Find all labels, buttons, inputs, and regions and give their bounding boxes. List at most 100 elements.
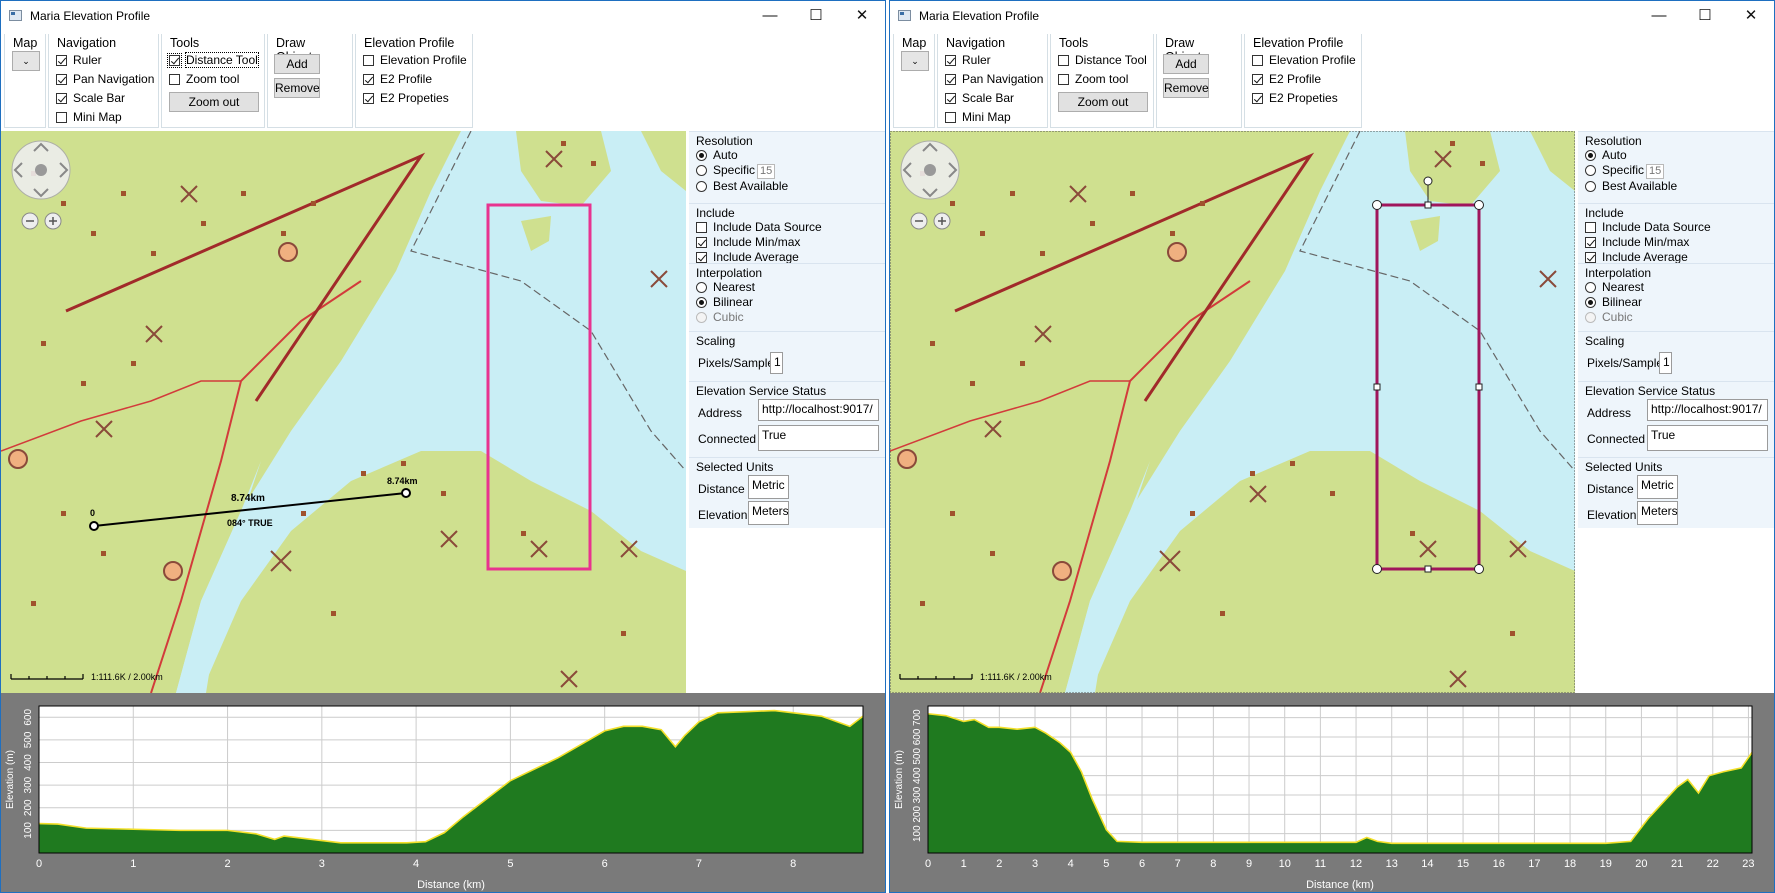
x-tick-label: 2	[996, 858, 1002, 870]
resize-handle-w[interactable]	[1373, 383, 1381, 391]
resolution-best-radio[interactable]: Best Available	[1585, 179, 1677, 193]
include-average-checkbox[interactable]: Include Average	[696, 250, 799, 264]
maximize-button[interactable]: ☐	[1682, 1, 1728, 31]
radio-label: Auto	[1602, 148, 1627, 162]
remove-button[interactable]: Remove	[1163, 78, 1209, 98]
specific-value-input[interactable]: 15	[757, 164, 776, 179]
resize-handle-se[interactable]	[1474, 564, 1484, 574]
map-group: Map ⌄	[4, 34, 46, 128]
ruler-checkbox[interactable]: Ruler	[945, 53, 991, 69]
radio-icon	[696, 297, 707, 308]
map-view[interactable]: 0 8.74km 8.74km 084° TRUE 1:111.6K / 2.0…	[1, 131, 686, 693]
resize-handle-n[interactable]	[1424, 201, 1432, 209]
x-axis-label: Distance (km)	[1306, 879, 1374, 891]
map-view[interactable]: 1:111.6K / 2.00km	[890, 131, 1575, 693]
zoom-tool-checkbox[interactable]: Zoom tool	[169, 72, 239, 88]
resolution-specific-radio[interactable]: Specific 15	[1585, 163, 1665, 179]
connected-field: True	[758, 425, 879, 451]
e2-properties-checkbox[interactable]: E2 Propeties	[363, 91, 449, 107]
e2-profile-checkbox[interactable]: E2 Profile	[363, 72, 432, 88]
ruler-start-point[interactable]	[89, 521, 99, 531]
e2-properties-checkbox[interactable]: E2 Propeties	[1252, 91, 1338, 107]
minimize-button[interactable]: —	[747, 1, 793, 31]
resize-handle-sw[interactable]	[1372, 564, 1382, 574]
include-section: Include Include Data Source Include Min/…	[1578, 203, 1774, 264]
checkbox-label: Mini Map	[962, 110, 1011, 124]
x-tick-label: 3	[1032, 858, 1038, 870]
pixels-per-sample-input[interactable]: 1	[770, 352, 783, 374]
zoom-out-button[interactable]: Zoom out	[1058, 92, 1148, 112]
scale-bar-checkbox[interactable]: Scale Bar	[945, 91, 1014, 107]
include-min-max-checkbox[interactable]: Include Min/max	[1585, 235, 1689, 249]
map-combo[interactable]: ⌄	[901, 51, 929, 71]
mini-map-checkbox[interactable]: Mini Map	[56, 110, 122, 126]
selected-units-section: Selected Units Distance Metric Elevation…	[1578, 457, 1774, 528]
title-bar[interactable]: Maria Elevation Profile — ☐ ✕	[1, 1, 885, 31]
resize-handle-e[interactable]	[1475, 383, 1483, 391]
close-button[interactable]: ✕	[839, 1, 885, 31]
ruler-checkbox[interactable]: Ruler	[56, 53, 102, 69]
map-canvas[interactable]: 0 8.74km 8.74km 084° TRUE 1:111.6K / 2.0…	[1, 131, 686, 693]
maximize-button[interactable]: ☐	[793, 1, 839, 31]
ruler-end-point[interactable]	[401, 488, 411, 498]
include-data-source-checkbox[interactable]: Include Data Source	[1585, 220, 1711, 234]
navigation-group-title: Navigation	[944, 36, 1008, 50]
add-button[interactable]: Add	[1163, 54, 1209, 74]
interpolation-nearest-radio[interactable]: Nearest	[1585, 280, 1644, 294]
address-field[interactable]: http://localhost:9017/	[758, 399, 879, 421]
include-min-max-checkbox[interactable]: Include Min/max	[696, 235, 800, 249]
e2-profile-checkbox[interactable]: E2 Profile	[1252, 72, 1321, 88]
elevation-profile-group-title: Elevation Profile	[362, 36, 457, 50]
address-field[interactable]: http://localhost:9017/	[1647, 399, 1768, 421]
x-tick-label: 11	[1315, 858, 1326, 870]
elevation-unit-field[interactable]: Meters	[1637, 501, 1678, 525]
elevation-profile-checkbox[interactable]: Elevation Profile	[363, 53, 467, 69]
distance-unit-field[interactable]: Metric	[748, 475, 789, 499]
distance-tool-checkbox[interactable]: Distance Tool	[167, 52, 259, 69]
title-bar[interactable]: Maria Elevation Profile — ☐ ✕	[890, 1, 1774, 31]
map-combo[interactable]: ⌄	[12, 51, 40, 71]
x-tick-label: 19	[1600, 858, 1612, 870]
interpolation-nearest-radio[interactable]: Nearest	[696, 280, 755, 294]
include-data-source-checkbox[interactable]: Include Data Source	[696, 220, 822, 234]
pan-navigation-checkbox[interactable]: Pan Navigation	[945, 72, 1043, 88]
zoom-out-button[interactable]: Zoom out	[169, 92, 259, 112]
remove-button[interactable]: Remove	[274, 78, 320, 98]
resize-handle-nw[interactable]	[1372, 200, 1382, 210]
distance-unit-field[interactable]: Metric	[1637, 475, 1678, 499]
close-button[interactable]: ✕	[1728, 1, 1774, 31]
radio-label: Nearest	[1602, 280, 1645, 294]
interpolation-bilinear-radio[interactable]: Bilinear	[696, 295, 753, 309]
map-canvas[interactable]: 1:111.6K / 2.00km	[890, 131, 1575, 693]
zoom-tool-checkbox[interactable]: Zoom tool	[1058, 72, 1128, 88]
include-average-checkbox[interactable]: Include Average	[1585, 250, 1688, 264]
service-status-title: Elevation Service Status	[1585, 384, 1716, 398]
y-tick-label: 600	[23, 709, 34, 726]
add-button[interactable]: Add	[274, 54, 320, 74]
window-right: Maria Elevation Profile — ☐ ✕ Map ⌄ Navi…	[889, 0, 1775, 893]
resolution-specific-radio[interactable]: Specific 15	[696, 163, 776, 179]
resolution-best-radio[interactable]: Best Available	[696, 179, 788, 193]
minimize-button[interactable]: —	[1636, 1, 1682, 31]
checkbox-icon	[945, 112, 956, 123]
resolution-auto-radio[interactable]: Auto	[1585, 148, 1627, 162]
pixels-per-sample-input[interactable]: 1	[1659, 352, 1672, 374]
distance-tool-checkbox[interactable]: Distance Tool	[1058, 53, 1147, 69]
pan-navigation-checkbox[interactable]: Pan Navigation	[56, 72, 154, 88]
selected-units-title: Selected Units	[696, 460, 774, 474]
rotate-handle[interactable]	[1423, 176, 1433, 186]
resolution-auto-radio[interactable]: Auto	[696, 148, 738, 162]
scale-bar-checkbox[interactable]: Scale Bar	[56, 91, 125, 107]
resize-handle-ne[interactable]	[1474, 200, 1484, 210]
interpolation-bilinear-radio[interactable]: Bilinear	[1585, 295, 1642, 309]
elevation-unit-field[interactable]: Meters	[748, 501, 789, 525]
radio-icon	[1585, 181, 1596, 192]
tools-group-title: Tools	[1057, 36, 1091, 50]
elevation-profile-checkbox[interactable]: Elevation Profile	[1252, 53, 1356, 69]
resolution-title: Resolution	[1585, 134, 1642, 148]
resize-handle-s[interactable]	[1424, 565, 1432, 573]
resolution-section: Resolution Auto Specific 15 Best Availabl…	[1578, 131, 1774, 204]
mini-map-checkbox[interactable]: Mini Map	[945, 110, 1011, 126]
specific-value-input[interactable]: 15	[1646, 164, 1665, 179]
checkbox-icon	[1585, 222, 1596, 233]
